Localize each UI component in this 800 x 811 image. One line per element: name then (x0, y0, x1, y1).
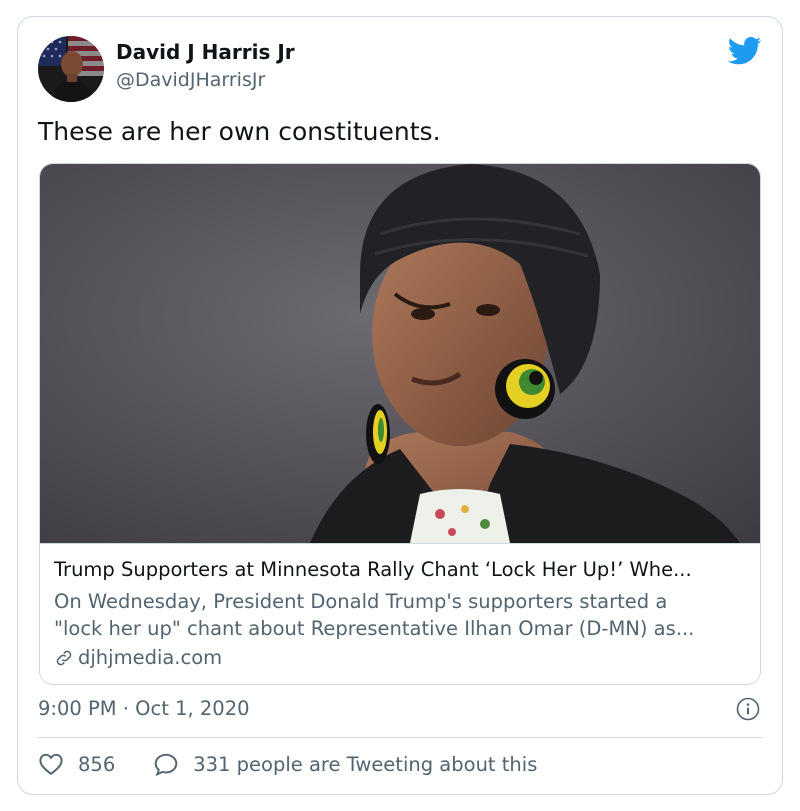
card-domain-text[interactable]: djhjmedia.com (78, 646, 222, 669)
author-name[interactable]: David J Harris Jr (116, 40, 295, 64)
tweeting-about-text[interactable]: 331 people are Tweeting about this (193, 753, 537, 776)
tweet-card[interactable]: David J Harris Jr @DavidJHarrisJr These … (17, 16, 783, 795)
card-body[interactable]: Trump Supporters at Minnesota Rally Chan… (40, 543, 760, 684)
reply-button[interactable]: 331 people are Tweeting about this (153, 752, 537, 776)
card-description-line: On Wednesday, President Donald Trump's s… (54, 590, 668, 613)
timestamp[interactable]: 9:00 PM · Oct 1, 2020 (38, 697, 250, 720)
avatar[interactable] (38, 36, 104, 102)
like-button[interactable]: 856 (38, 752, 115, 776)
twitter-bird-icon[interactable] (727, 37, 762, 65)
engagement-bar: 856 331 people are Tweeting about this (38, 752, 537, 776)
card-description: On Wednesday, President Donald Trump's s… (54, 588, 754, 642)
link-preview-card[interactable]: Trump Supporters at Minnesota Rally Chan… (39, 163, 761, 685)
article-photo[interactable] (40, 164, 760, 543)
card-description-line: "lock her up" chant about Representative… (54, 617, 695, 640)
author-handle[interactable]: @DavidJHarrisJr (116, 69, 265, 91)
tweet-text: These are her own constituents. (38, 117, 441, 146)
like-count: 856 (78, 752, 116, 776)
info-icon[interactable] (736, 697, 760, 721)
speech-bubble-icon (154, 753, 178, 776)
link-icon (56, 650, 72, 665)
divider (38, 737, 762, 738)
card-title[interactable]: Trump Supporters at Minnesota Rally Chan… (54, 558, 692, 581)
card-domain[interactable]: djhjmedia.com (54, 646, 222, 669)
heart-icon (39, 753, 63, 775)
